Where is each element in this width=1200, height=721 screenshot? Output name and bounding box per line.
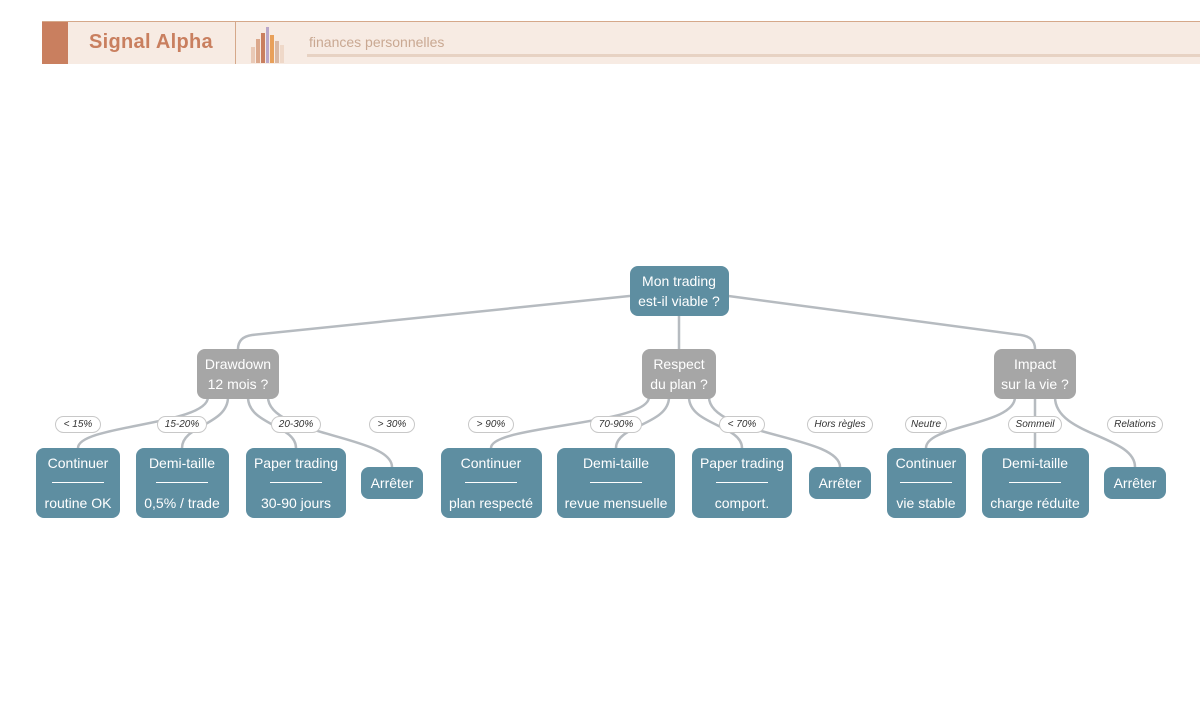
outcome-title: Demi-taille [148,455,216,471]
question-line-1: Respect [653,356,705,372]
outcome-node-1-3[interactable]: Paper trading 30-90 jours [246,448,346,518]
outcome-title: Demi-taille [582,455,650,471]
edge-label: 20-30% [271,416,321,433]
edge-label: < 15% [55,416,101,433]
edge-root-to-question-1 [236,294,631,351]
edge-label: < 70% [719,416,765,433]
outcome-node-3-3[interactable]: Arrêter [1104,467,1166,499]
outcome-detail: revue mensuelle [564,495,668,511]
root-question-node[interactable]: Mon trading est-il viable ? [629,266,729,316]
edge-label: Relations [1107,416,1163,433]
outcome-title: Paper trading [699,455,785,471]
question-line-2: sur la vie ? [1001,376,1069,392]
outcome-node-2-3[interactable]: Paper trading comport. [692,448,792,518]
edge-label: Hors règles [807,416,873,433]
root-line-1: Mon trading [642,273,716,289]
question-node-3[interactable]: Impact sur la vie ? [994,349,1076,399]
outcome-node-2-4[interactable]: Arrêter [809,467,871,499]
outcome-title: Arrêter [818,475,862,491]
outcome-node-1-1[interactable]: Continuer routine OK [36,448,120,518]
outcome-divider [156,482,208,483]
outcome-detail: plan respecté [448,495,534,511]
outcome-node-3-1[interactable]: Continuer vie stable [886,448,966,518]
edge-label: Sommeil [1008,416,1062,433]
outcome-node-1-4[interactable]: Arrêter [361,467,423,499]
edge-root-to-question-3 [727,294,1037,351]
edge-label: Neutre [905,416,947,433]
outcome-detail: charge réduite [990,495,1080,511]
outcome-divider [465,482,517,483]
edge-label: 70-90% [590,416,642,433]
outcome-title: Paper trading [253,455,339,471]
outcome-title: Continuer [47,455,109,471]
outcome-divider [52,482,104,483]
edge-label: 15-20% [157,416,207,433]
question-line-1: Impact [1013,356,1056,372]
outcome-title: Continuer [895,455,957,471]
edge-label: > 30% [369,416,415,433]
outcome-title: Arrêter [370,475,414,491]
outcome-divider [590,482,642,483]
outcome-detail: routine OK [44,495,112,511]
outcome-title: Demi-taille [1001,455,1069,471]
outcome-node-1-2[interactable]: Demi-taille 0,5% / trade [135,448,229,518]
edge-label: > 90% [468,416,514,433]
outcome-detail: 0,5% / trade [144,495,220,511]
root-line-2: est-il viable ? [638,293,720,309]
outcome-detail: vie stable [896,495,956,511]
outcome-title: Continuer [460,455,522,471]
outcome-divider [270,482,322,483]
question-line-2: 12 mois ? [207,376,269,392]
outcome-detail: comport. [714,495,770,511]
outcome-node-2-2[interactable]: Demi-taille revue mensuelle [557,448,675,518]
outcome-title: Arrêter [1113,475,1157,491]
question-line-1: Drawdown [204,356,272,372]
question-line-2: du plan ? [650,376,708,392]
question-node-1[interactable]: Drawdown 12 mois ? [197,349,279,399]
outcome-divider [1009,482,1061,483]
outcome-node-2-1[interactable]: Continuer plan respecté [440,448,542,518]
outcome-node-3-2[interactable]: Demi-taille charge réduite [981,448,1089,518]
question-node-2[interactable]: Respect du plan ? [642,349,716,399]
outcome-divider [900,482,952,483]
outcome-detail: 30-90 jours [260,495,332,511]
outcome-divider [716,482,768,483]
